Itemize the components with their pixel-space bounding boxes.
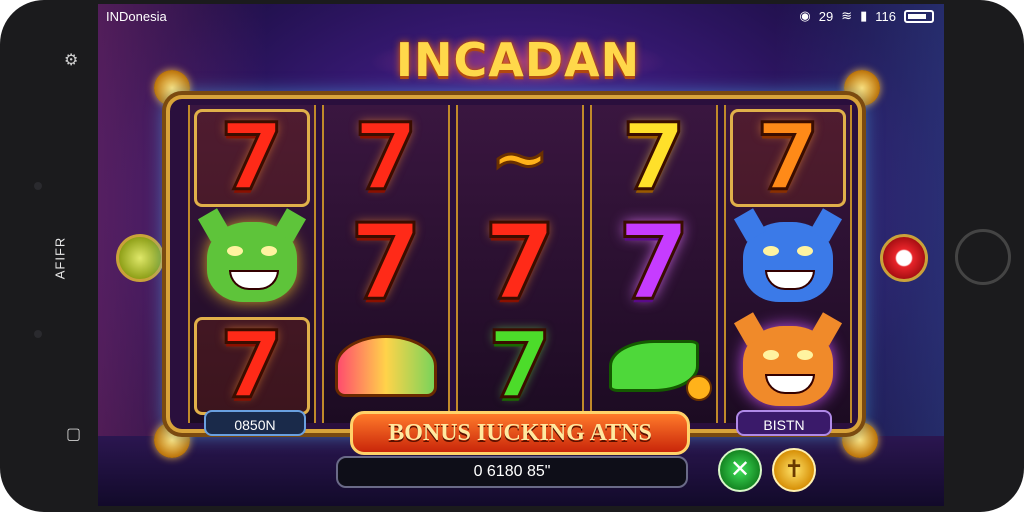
- seven-symbol: 7: [754, 104, 821, 211]
- reel-2: 7 7: [322, 105, 450, 423]
- reel-symbol-leaf: [596, 317, 712, 415]
- status-value-a: 29: [818, 8, 834, 24]
- left-value-label: 0850N: [204, 410, 306, 436]
- right-option-button[interactable]: [880, 234, 928, 282]
- signal-icon: ▮: [860, 8, 868, 23]
- orange-goblin-icon: [733, 312, 843, 406]
- recent-apps-icon[interactable]: ▢: [66, 424, 81, 443]
- confirm-button[interactable]: ✝: [772, 448, 816, 492]
- location-icon: ◉: [799, 8, 811, 23]
- seven-symbol: 7: [486, 312, 553, 419]
- game-title: INCADAN: [395, 33, 641, 87]
- reel-symbol-seven: 7: [730, 104, 846, 211]
- phone-frame: ⚙ AFIFR ▢ INDonesia ◉ 29 ≋ ▮ 116 INCADAN: [0, 0, 1024, 512]
- seven-symbol: 7: [218, 312, 285, 419]
- wifi-icon: ≋: [841, 8, 853, 23]
- reel-symbol-orange-goblin: [730, 312, 846, 415]
- close-icon: ✕: [729, 455, 751, 483]
- seven-symbol: 7: [218, 104, 285, 211]
- left-option-button[interactable]: [116, 234, 164, 282]
- balance-display: 0 6180 85": [336, 456, 688, 488]
- right-value-label: BISTN: [736, 410, 832, 436]
- reel-symbol-seven: 7: [328, 104, 444, 211]
- game-screen: INDonesia ◉ 29 ≋ ▮ 116 INCADAN 7 7 7 7 ~…: [98, 4, 944, 506]
- phone-side-label: AFIFR: [52, 236, 68, 280]
- seven-symbol: 7: [620, 104, 687, 211]
- reel-5: 7: [724, 105, 852, 423]
- reel-frame: 7 7 7 7 ~ 7 7 7 7 7: [170, 99, 858, 429]
- status-value-b: 116: [875, 8, 896, 24]
- reel-3: ~ 7 7: [456, 105, 584, 423]
- home-button[interactable]: [955, 229, 1011, 285]
- wave-symbol: ~: [489, 116, 551, 201]
- reel-4: 7 7: [590, 105, 718, 423]
- reel-symbol-seven: 7: [462, 312, 578, 419]
- fan-icon: [335, 335, 437, 397]
- blue-goblin-icon: [733, 208, 843, 302]
- status-bar: INDonesia ◉ 29 ≋ ▮ 116: [98, 4, 944, 30]
- reel-symbol-seven: 7: [596, 104, 712, 211]
- seven-symbol: 7: [616, 201, 691, 323]
- camera-dot: [34, 182, 42, 190]
- cancel-button[interactable]: ✕: [718, 448, 762, 492]
- reel-symbol-wave: ~: [462, 109, 578, 207]
- reel-symbol-blue-goblin: [730, 208, 846, 311]
- seven-symbol: 7: [482, 201, 557, 323]
- reel-symbol-green-goblin: [194, 208, 310, 311]
- reel-symbol-seven: 7: [328, 201, 444, 323]
- seven-symbol: 7: [352, 104, 419, 211]
- bonus-banner[interactable]: BONUS IUCKING ATNS: [350, 411, 690, 455]
- seven-symbol: 7: [348, 201, 423, 323]
- phone-left-bezel: ⚙ AFIFR ▢: [0, 0, 98, 512]
- reel-symbol-seven: 7: [462, 201, 578, 323]
- cross-icon: ✝: [783, 455, 805, 483]
- battery-icon: [904, 9, 934, 23]
- sensor-dot: [34, 330, 42, 338]
- green-goblin-icon: [197, 208, 307, 302]
- reel-symbol-seven: 7: [194, 312, 310, 419]
- reel-1: 7 7: [188, 105, 316, 423]
- reel-symbol-seven: 7: [596, 201, 712, 323]
- reel-symbol-fan: [328, 317, 444, 415]
- settings-icon[interactable]: ⚙: [64, 50, 78, 69]
- carrier-name: INDonesia: [106, 9, 167, 24]
- reel-symbol-seven: 7: [194, 104, 310, 211]
- leaf-icon: [609, 340, 712, 401]
